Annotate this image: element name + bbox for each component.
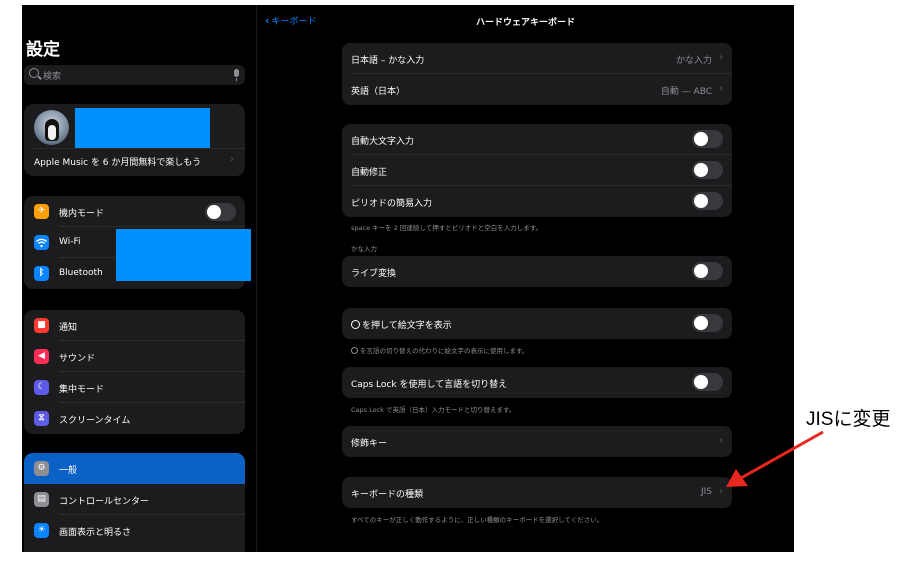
- annotation-text: JISに変更: [806, 409, 891, 430]
- annotation-arrow: [726, 430, 824, 487]
- arrow-shaft: [740, 430, 824, 480]
- arrow-head: [726, 469, 748, 487]
